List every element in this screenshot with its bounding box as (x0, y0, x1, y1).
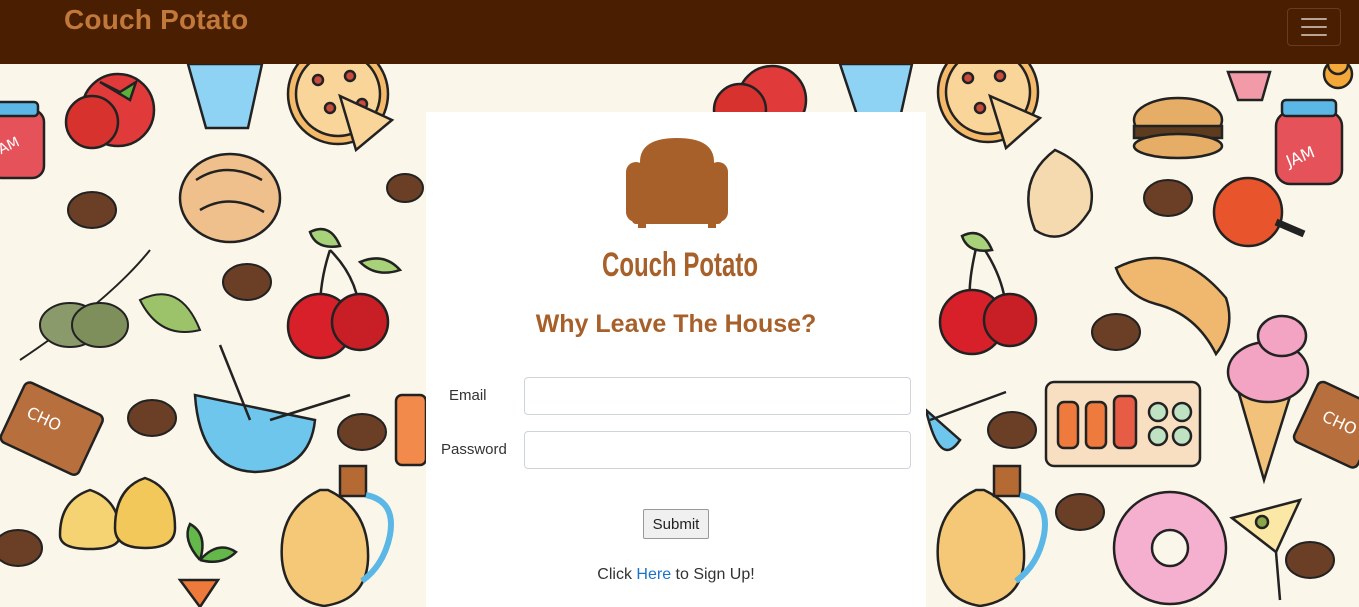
hamburger-menu-icon-bar (1301, 34, 1327, 36)
bread-icon (178, 152, 282, 244)
navbar: Couch Potato (0, 0, 1359, 64)
jam-jar-icon: JAM (1274, 98, 1344, 186)
signup-prefix: Click (597, 566, 637, 583)
jam-jar-icon: JAM (0, 100, 46, 180)
armchair-icon (626, 138, 728, 228)
mug-partial-icon (394, 393, 428, 467)
navbar-brand[interactable]: Couch Potato (64, 4, 248, 36)
burger-icon (1132, 96, 1224, 160)
navbar-toggle-button[interactable] (1287, 8, 1341, 46)
hamburger-menu-icon-bar (1301, 26, 1327, 28)
page-heading: Why Leave The House? (535, 310, 817, 338)
email-label: Email (449, 387, 487, 404)
submit-button[interactable]: Submit (643, 509, 709, 539)
signup-prompt: Click Here to Sign Up! (426, 566, 926, 584)
password-field[interactable] (524, 431, 911, 469)
signup-link[interactable]: Here (636, 566, 671, 583)
sushi-icon (1044, 380, 1202, 468)
pear-partial-icon (1326, 64, 1350, 76)
couch-potato-logo: Couch Potato (602, 138, 758, 284)
donut-icon (1112, 490, 1228, 606)
email-field[interactable] (524, 377, 911, 415)
logo-text: Couch Potato (602, 246, 758, 284)
hamburger-menu-icon (1301, 18, 1327, 20)
signup-suffix: to Sign Up! (671, 566, 755, 583)
password-label: Password (441, 441, 507, 458)
